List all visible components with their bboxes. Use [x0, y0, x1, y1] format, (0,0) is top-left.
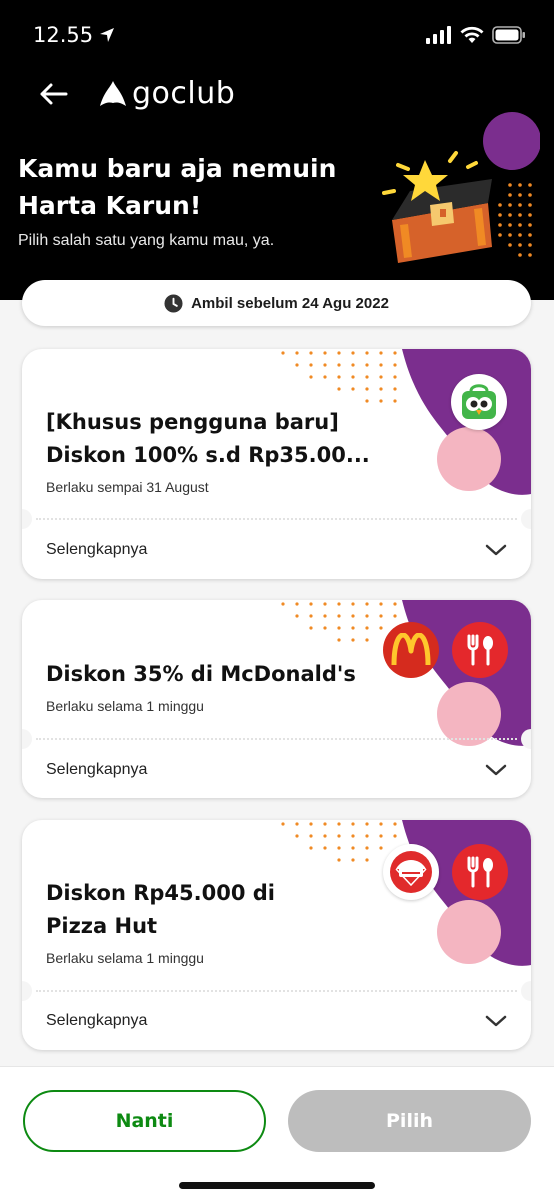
card-notch — [521, 509, 531, 529]
chevron-down-icon — [485, 1015, 507, 1027]
food-icon — [452, 844, 508, 900]
mcdonalds-logo — [383, 622, 439, 678]
voucher-validity: Berlaku selama 1 minggu — [46, 698, 204, 714]
page-title: Kamu baru aja nemuin Harta Karun! — [18, 150, 358, 224]
details-label: Selengkapnya — [46, 761, 148, 778]
header: 12.55 goclub Kamu baru aja nemuin Harta … — [0, 0, 554, 300]
back-arrow-icon — [40, 83, 68, 104]
card-divider — [36, 990, 517, 992]
nav-bar: goclub — [38, 76, 235, 111]
home-indicator[interactable] — [179, 1182, 375, 1189]
voucher-card-mcdonalds[interactable]: Diskon 35% di McDonald's Berlaku selama … — [22, 600, 531, 798]
chevron-down-icon — [485, 764, 507, 776]
card-notch — [22, 729, 32, 749]
deadline-badge: Ambil sebelum 24 Agu 2022 — [22, 280, 531, 326]
voucher-card-pizza-hut[interactable]: Diskon Rp45.000 di Pizza Hut Berlaku sel… — [22, 820, 531, 1050]
status-bar: 12.55 — [33, 20, 526, 50]
card-divider — [36, 518, 517, 520]
card-divider — [36, 738, 517, 740]
signal-icon — [426, 26, 451, 44]
card-notch — [521, 981, 531, 1001]
pick-button[interactable]: Pilih — [288, 1090, 531, 1152]
voucher-title-line-1: [Khusus pengguna baru] — [46, 410, 339, 434]
page-subtitle: Pilih salah satu yang kamu mau, ya. — [18, 232, 275, 249]
voucher-title: Diskon 35% di McDonald's — [46, 662, 356, 686]
clock-time: 12.55 — [33, 23, 94, 47]
title-line-2: Harta Karun! — [18, 191, 202, 220]
goclub-logo: goclub — [98, 76, 235, 111]
status-time: 12.55 — [33, 23, 115, 47]
location-arrow-icon — [100, 28, 115, 42]
goclub-mark-icon — [100, 80, 126, 106]
details-toggle[interactable]: Selengkapnya — [46, 1006, 507, 1036]
voucher-title-line-2: Diskon 100% s.d Rp35.00... — [46, 443, 370, 467]
wifi-icon — [460, 26, 484, 43]
details-toggle[interactable]: Selengkapnya — [46, 535, 507, 565]
voucher-title: [Khusus pengguna baru] Diskon 100% s.d R… — [46, 406, 376, 472]
battery-icon — [492, 26, 525, 44]
details-label: Selengkapnya — [46, 1012, 148, 1029]
voucher-title-line-1: Diskon Rp45.000 di — [46, 881, 276, 905]
tokopedia-logo — [451, 374, 507, 430]
title-line-1: Kamu baru aja nemuin — [18, 154, 337, 183]
details-toggle[interactable]: Selengkapnya — [46, 755, 507, 785]
voucher-title: Diskon Rp45.000 di Pizza Hut — [46, 877, 376, 943]
details-label: Selengkapnya — [46, 541, 148, 558]
voucher-title-line-2: Pizza Hut — [46, 914, 158, 938]
back-button[interactable] — [38, 78, 70, 110]
voucher-card-tokopedia[interactable]: [Khusus pengguna baru] Diskon 100% s.d R… — [22, 349, 531, 579]
treasure-chest-illustration — [382, 112, 540, 263]
card-notch — [22, 981, 32, 1001]
voucher-validity: Berlaku selama 1 minggu — [46, 950, 204, 966]
chevron-down-icon — [485, 544, 507, 556]
deadline-text: Ambil sebelum 24 Agu 2022 — [191, 294, 389, 312]
food-icon — [452, 622, 508, 678]
clock-icon — [164, 293, 183, 313]
pizza-hut-logo — [383, 844, 439, 900]
brand-name: goclub — [132, 76, 236, 111]
voucher-validity: Berlaku sempai 31 August — [46, 479, 209, 495]
later-button[interactable]: Nanti — [23, 1090, 266, 1152]
footer-actions: Nanti Pilih — [0, 1066, 554, 1200]
card-notch — [22, 509, 32, 529]
